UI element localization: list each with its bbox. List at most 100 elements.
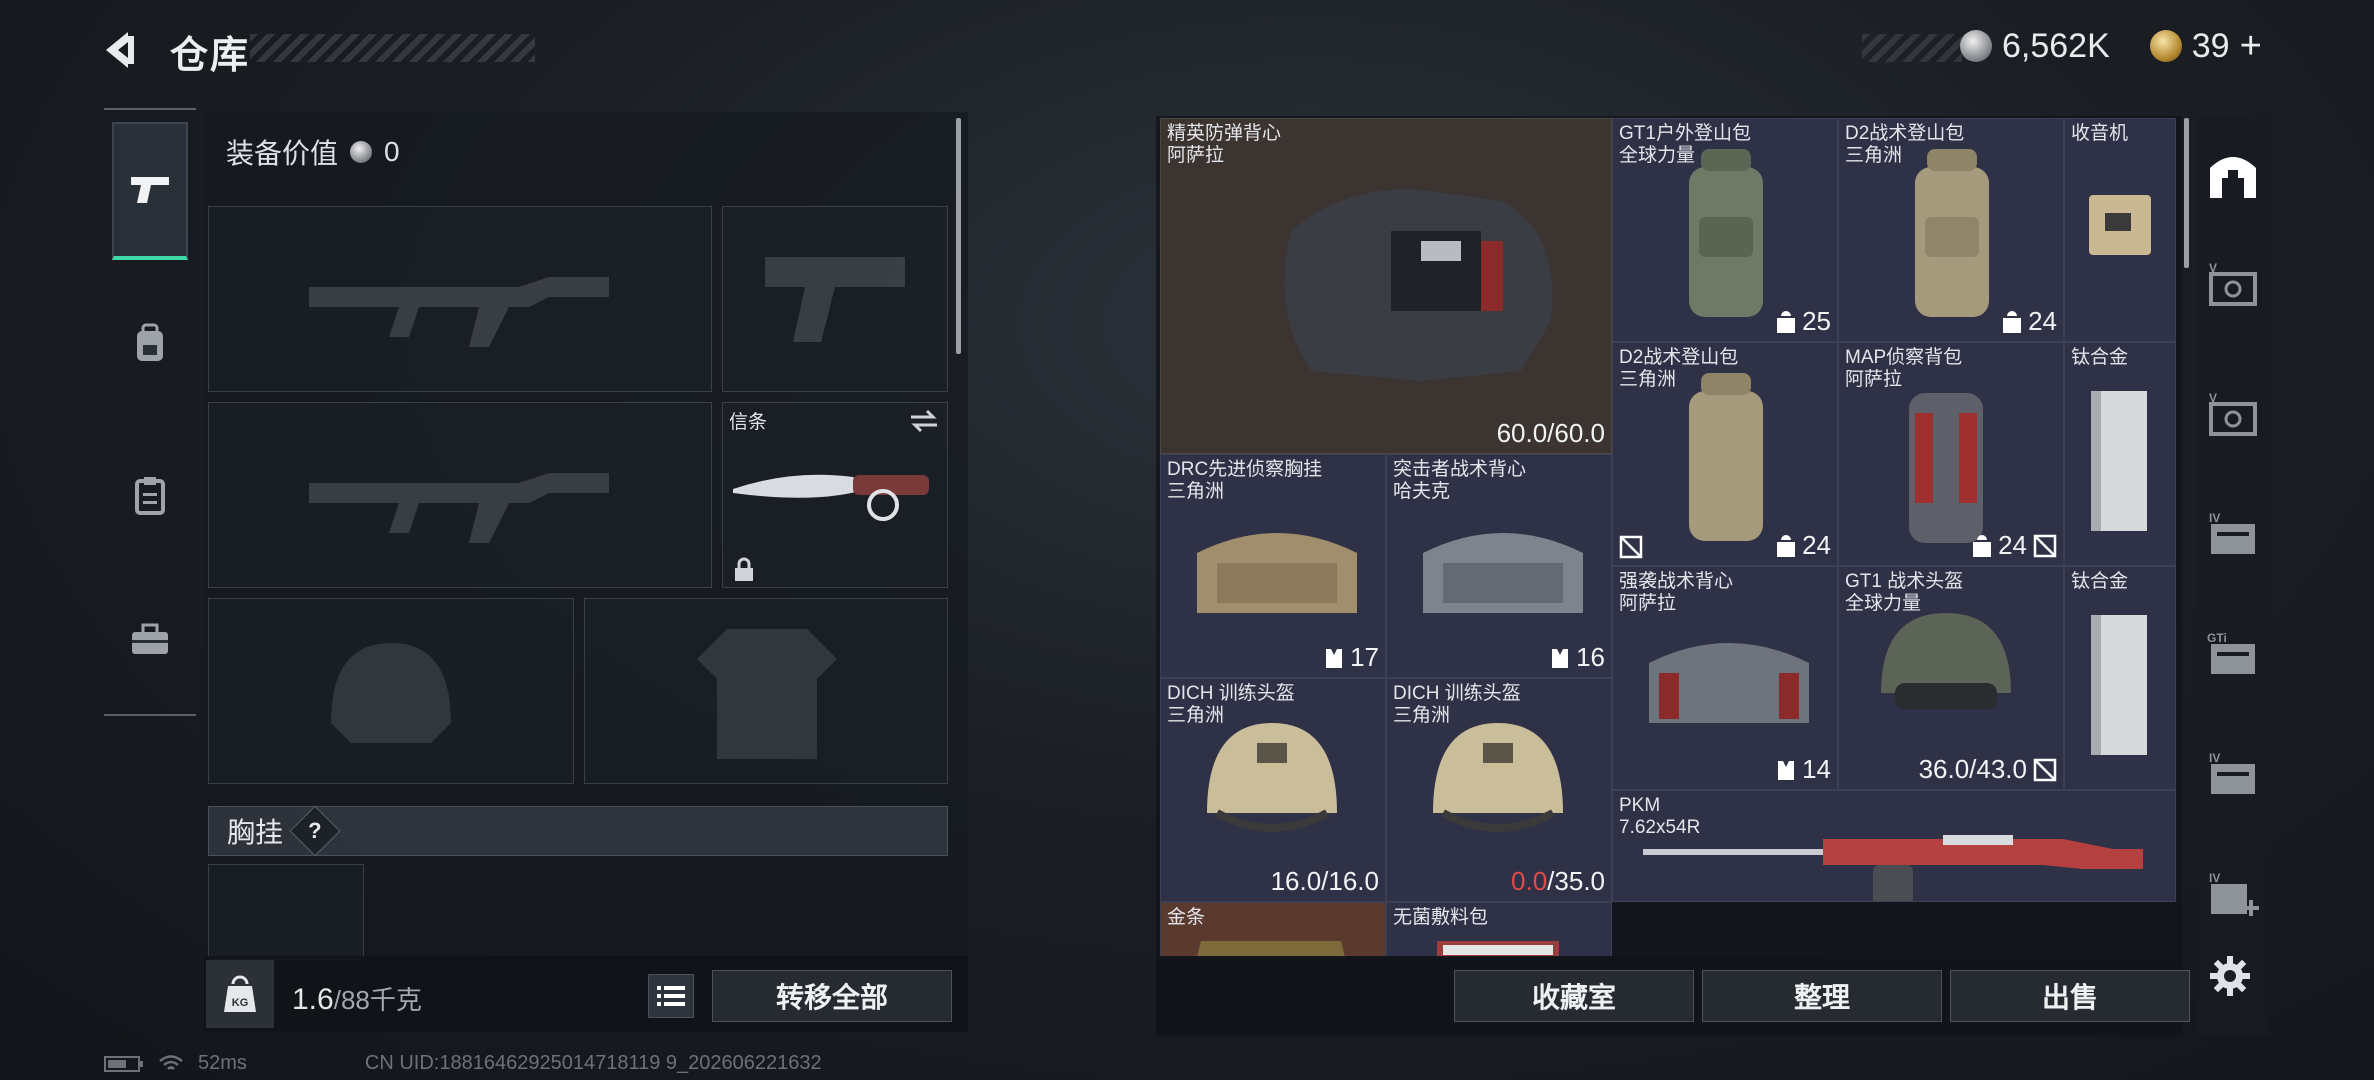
item-cell[interactable]: MAP侦察背包 阿萨拉 24 bbox=[1838, 342, 2064, 566]
inventory-scrollbar[interactable] bbox=[2184, 118, 2189, 268]
item-name: 钛合金 bbox=[2071, 571, 2129, 592]
armor-slot[interactable] bbox=[584, 598, 948, 784]
sort-button[interactable]: 整理 bbox=[1702, 970, 1942, 1022]
capacity-value: 25 bbox=[1802, 306, 1831, 336]
slots: 17 bbox=[1324, 642, 1379, 673]
durability: 36.0/43.0 bbox=[1919, 754, 2057, 785]
sell-button[interactable]: 出售 bbox=[1950, 970, 2190, 1022]
page-title: 仓库 bbox=[170, 35, 251, 77]
safe-box-icon: V bbox=[2209, 261, 2257, 306]
not-tradable-icon bbox=[2033, 758, 2057, 781]
item-cell[interactable]: 钛合金 bbox=[2064, 342, 2176, 566]
svg-text:KG: KG bbox=[232, 997, 249, 1009]
bandage-pack-icon bbox=[1437, 941, 1559, 956]
rifle-silhouette-icon bbox=[309, 473, 609, 543]
pistol-silhouette-icon bbox=[765, 257, 905, 342]
tab-weapons[interactable] bbox=[112, 122, 188, 260]
svg-text:IV: IV bbox=[2209, 511, 2220, 525]
back-button[interactable] bbox=[98, 28, 146, 72]
item-name: 无菌敷料包 bbox=[1393, 907, 1489, 928]
swap-icon[interactable] bbox=[909, 409, 939, 433]
inventory-grid: 精英防弹背心 阿萨拉 60.0/60.0 GT1户外登山包 全球力量 25 D2… bbox=[1160, 118, 2176, 956]
tab-backpack[interactable] bbox=[112, 274, 188, 412]
item-cell[interactable]: GT1户外登山包 全球力量 25 bbox=[1612, 118, 1838, 342]
filter-container-4[interactable]: GTi bbox=[2200, 622, 2266, 688]
help-button[interactable]: ? bbox=[289, 805, 341, 857]
help-icon: ? bbox=[308, 817, 322, 843]
tab-toolbox[interactable] bbox=[112, 570, 188, 708]
add-storage-button[interactable]: IV bbox=[2200, 862, 2266, 928]
settings-button[interactable] bbox=[2198, 944, 2262, 1008]
storage-box-icon: GTi bbox=[2207, 631, 2255, 674]
secondary-weapon-slot[interactable] bbox=[208, 402, 712, 588]
capacity-value: 16 bbox=[1576, 642, 1605, 672]
item-cell[interactable]: 突击者战术背心 哈夫克 16 bbox=[1386, 454, 1612, 678]
item-cell[interactable]: 钛合金 bbox=[2064, 566, 2176, 790]
silver-coin-icon bbox=[1960, 30, 1992, 62]
toolbox-icon bbox=[132, 623, 168, 654]
backpack-capacity-icon bbox=[1777, 310, 1796, 333]
filter-container-5[interactable]: IV bbox=[2200, 742, 2266, 808]
gold-coin-icon bbox=[2149, 30, 2182, 62]
item-cell[interactable]: 强袭战术背心 阿萨拉 14 bbox=[1612, 566, 1838, 790]
gold-bar-icon bbox=[1197, 941, 1345, 956]
vest-capacity-icon bbox=[1552, 648, 1569, 668]
item-cell[interactable]: D2战术登山包 三角洲 24 bbox=[1838, 118, 2064, 342]
item-cell[interactable]: 精英防弹背心 阿萨拉 60.0/60.0 bbox=[1160, 118, 1612, 454]
melee-label: 信条 bbox=[729, 412, 768, 433]
item-cell[interactable]: DICH 训练头盔 三角洲 16.0/16.0 bbox=[1160, 678, 1386, 902]
primary-weapon-slot[interactable] bbox=[208, 206, 712, 392]
list-view-button[interactable] bbox=[648, 974, 694, 1018]
chest-rig-label: 胸挂 bbox=[227, 817, 284, 848]
item-cell[interactable]: DRC先进侦察胸挂 三角洲 17 bbox=[1160, 454, 1386, 678]
item-cell[interactable]: 收音机 bbox=[2064, 118, 2176, 342]
item-cell[interactable]: 无菌敷料包 bbox=[1386, 902, 1612, 956]
chest-rig-slot[interactable] bbox=[208, 864, 364, 960]
tab-clipboard[interactable] bbox=[112, 426, 188, 564]
equipment-scrollbar[interactable] bbox=[956, 118, 961, 354]
equipment-value-label: 装备价值 bbox=[226, 138, 339, 169]
silver-amount: 6,562K bbox=[2002, 26, 2110, 65]
filter-container-2[interactable]: V bbox=[2200, 382, 2266, 448]
back-arrow-icon bbox=[106, 32, 134, 68]
title-decoration bbox=[250, 34, 535, 62]
machine-gun-icon bbox=[1643, 835, 2143, 901]
list-icon bbox=[657, 986, 685, 1006]
status-bar: 52ms CN UID:18816462925014718119 9_20260… bbox=[104, 1052, 822, 1075]
filter-container-1[interactable]: V bbox=[2200, 252, 2266, 318]
backpack-icon bbox=[1689, 373, 1763, 541]
filter-all-storage[interactable] bbox=[2200, 142, 2266, 208]
transfer-all-button[interactable]: 转移全部 bbox=[712, 970, 952, 1022]
vest-silhouette-icon bbox=[697, 629, 837, 759]
capacity-value: 17 bbox=[1350, 642, 1379, 672]
item-cell[interactable]: GT1 战术头盔 全球力量 36.0/43.0 bbox=[1838, 566, 2064, 790]
not-tradable-icon bbox=[2033, 534, 2057, 557]
durability-value: 36.0/43.0 bbox=[1918, 754, 2027, 784]
chest-rig-icon bbox=[1197, 533, 1357, 613]
durability: 16.0/16.0 bbox=[1270, 866, 1379, 896]
capacity-value: 14 bbox=[1802, 754, 1831, 784]
filter-container-3[interactable]: IV bbox=[2200, 502, 2266, 568]
gear-icon bbox=[2210, 956, 2250, 996]
weight-capacity: /88千克 bbox=[333, 985, 422, 1015]
melee-slot[interactable]: 信条 bbox=[722, 402, 948, 588]
capacity: 25 bbox=[1776, 306, 1831, 337]
helmet-slot[interactable] bbox=[208, 598, 574, 784]
weight-lock-button[interactable]: KG bbox=[206, 960, 274, 1028]
item-cell[interactable]: DICH 训练头盔 三角洲 0.0/35.0 bbox=[1386, 678, 1612, 902]
vest-capacity-icon bbox=[1326, 648, 1343, 668]
pistol-icon bbox=[131, 177, 169, 203]
collection-room-button[interactable]: 收藏室 bbox=[1454, 970, 1694, 1022]
item-cell[interactable]: 金条 bbox=[1160, 902, 1386, 956]
item-cell[interactable]: PKM 7.62x54R bbox=[1612, 790, 2176, 902]
vest-capacity-icon bbox=[1778, 760, 1795, 780]
item-cell[interactable]: D2战术登山包 三角洲 24 bbox=[1612, 342, 1838, 566]
add-currency-button[interactable]: + bbox=[2240, 25, 2262, 68]
radio-icon bbox=[2089, 195, 2151, 255]
capacity: 24 bbox=[1972, 530, 2057, 561]
sidearm-slot[interactable] bbox=[722, 206, 948, 392]
svg-text:V: V bbox=[2209, 261, 2217, 275]
body-armor-icon bbox=[1284, 189, 1553, 381]
item-name: 突击者战术背心 哈夫克 bbox=[1393, 459, 1527, 502]
backpack-capacity-icon bbox=[1777, 534, 1796, 557]
